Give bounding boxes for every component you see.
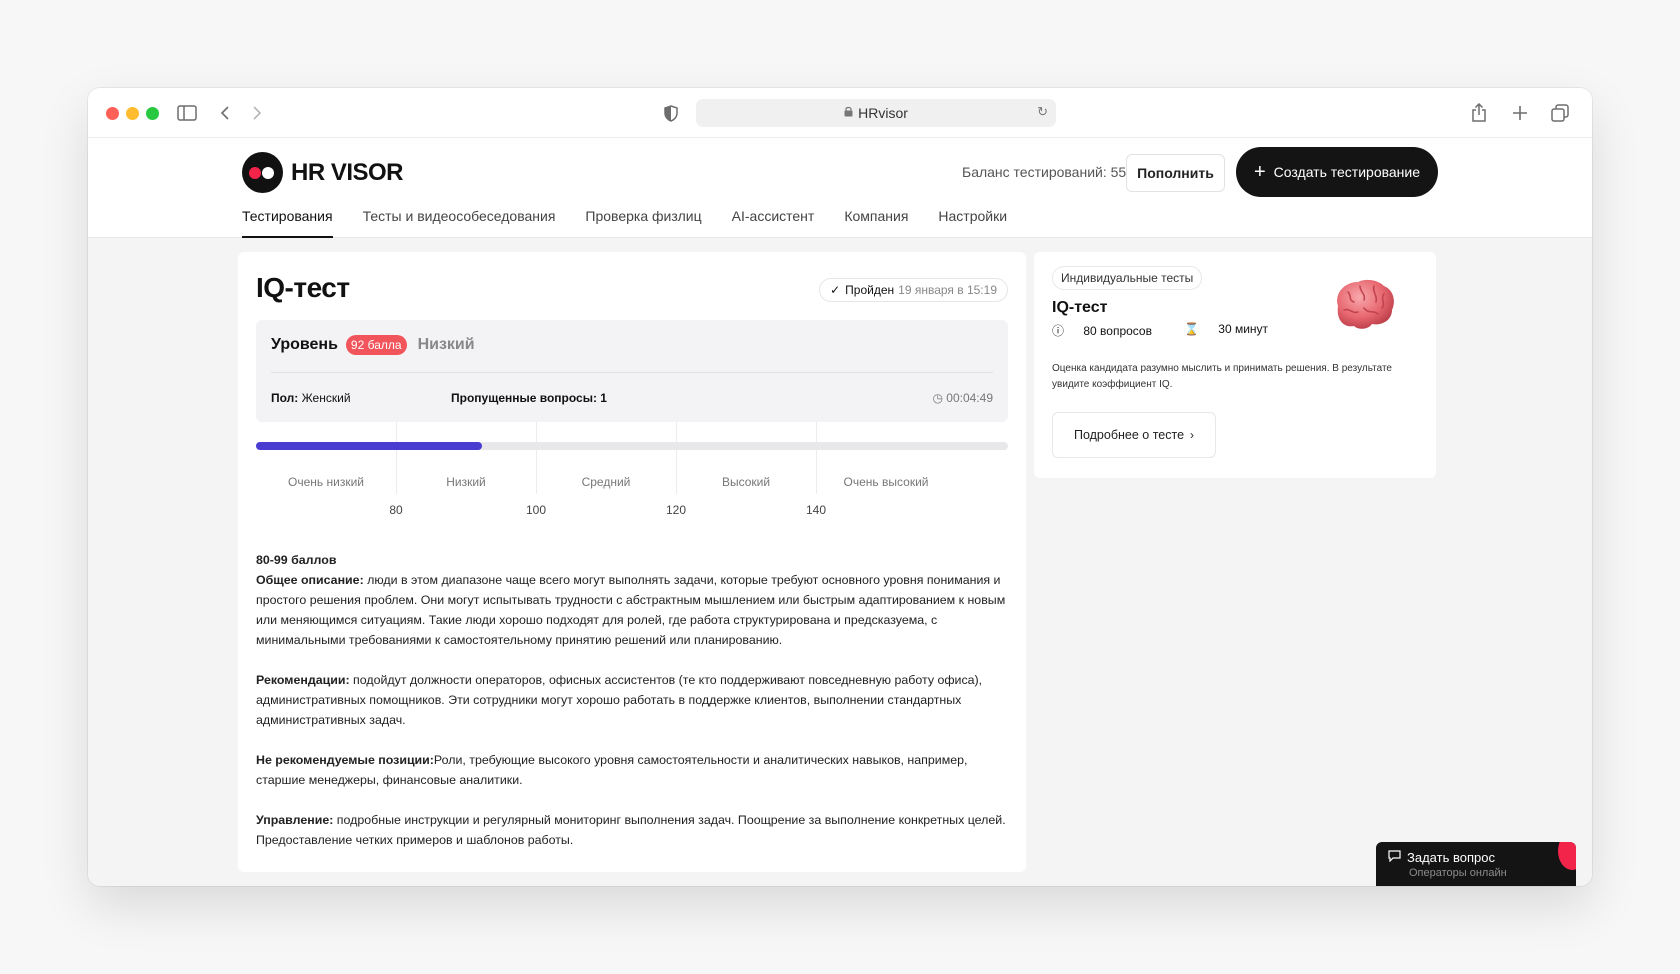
questions-text: 80 вопросов — [1083, 324, 1152, 338]
tabs-icon[interactable] — [1549, 102, 1571, 124]
topup-button[interactable]: Пополнить — [1126, 154, 1225, 192]
balance-text: Баланс тестирований: 55 — [962, 164, 1127, 180]
score-badge: 92 балла — [345, 335, 407, 355]
general-text: люди в этом диапазоне чаще всего могут в… — [256, 573, 1006, 647]
tick-label: 120 — [665, 503, 687, 517]
test-duration: ⌛ 30 минут — [1184, 322, 1284, 339]
chat-icon — [1388, 850, 1401, 865]
score-range: 80-99 баллов — [256, 553, 337, 567]
url-text: HRvisor — [858, 105, 908, 121]
management-text: подробные инструкции и регулярный монито… — [256, 813, 1006, 847]
level-value: Низкий — [417, 336, 475, 353]
share-icon[interactable] — [1468, 102, 1490, 124]
browser-window: HRvisor ↻ HR VISOR Баланс тестирований: … — [88, 88, 1592, 886]
segment-label: Средний — [581, 475, 631, 489]
status-text: Пройден — [845, 283, 895, 297]
test-description: Оценка кандидата разумно мыслить и прини… — [1052, 363, 1392, 390]
page-title: IQ-тест — [256, 272, 350, 303]
skipped-questions: Пропущенные вопросы: 1 — [451, 391, 607, 405]
duration-info: ◷ 00:04:49 — [932, 391, 993, 405]
segment-label: Очень низкий — [288, 475, 364, 489]
level-summary: Уровень 92 балла Низкий Пол: Женский Про… — [256, 320, 1008, 422]
tick-label: 140 — [805, 503, 827, 517]
back-icon[interactable] — [214, 102, 236, 124]
info-icon: ⓘ — [1052, 324, 1065, 338]
nav-tab-testing[interactable]: Тестирования — [242, 204, 333, 238]
divider — [271, 372, 993, 373]
sidebar-icon[interactable] — [176, 102, 198, 124]
test-info-card: Индивидуальные тесты IQ-тест ⓘ 80 вопрос… — [1034, 252, 1436, 478]
chat-subtitle: Операторы онлайн — [1409, 867, 1507, 879]
forward-icon[interactable] — [246, 102, 268, 124]
duration-value: 00:04:49 — [946, 391, 993, 405]
segment-label: Низкий — [446, 475, 486, 489]
nav-tab-person-check[interactable]: Проверка физлиц — [585, 204, 701, 238]
status-badge: ✓ Пройден 19 января в 15:19 — [819, 278, 1008, 302]
chat-title: Задать вопрос — [1407, 850, 1495, 865]
minimize-window-button[interactable] — [126, 107, 139, 120]
chevron-right-icon: › — [1190, 428, 1195, 442]
clock-icon: ◷ — [932, 391, 943, 405]
more-label: Подробнее о тесте — [1073, 428, 1185, 442]
nav-tab-settings[interactable]: Настройки — [938, 204, 1007, 238]
chat-accent — [1558, 842, 1576, 870]
gender-label: Пол: — [271, 391, 299, 405]
result-card: IQ-тест ✓ Пройден 19 января в 15:19 Уров… — [238, 252, 1026, 872]
general-label: Общее описание: — [256, 573, 364, 587]
browser-toolbar: HRvisor ↻ — [88, 88, 1592, 138]
close-window-button[interactable] — [106, 107, 119, 120]
scale-track — [256, 442, 1008, 450]
content-area: IQ-тест ✓ Пройден 19 января в 15:19 Уров… — [88, 238, 1592, 886]
not-recommended-label: Не рекомендуемые позиции: — [256, 753, 434, 767]
hourglass-icon: ⌛ — [1183, 322, 1199, 336]
logo-icon — [242, 152, 283, 193]
result-description: 80-99 баллов Общее описание: люди в этом… — [256, 550, 1008, 870]
more-about-test-button[interactable]: Подробнее о тесте › — [1052, 412, 1216, 458]
lock-icon — [844, 106, 853, 120]
app-header: HR VISOR Баланс тестирований: 55 Пополни… — [88, 138, 1592, 238]
new-tab-icon[interactable] — [1509, 102, 1531, 124]
status-date: 19 января в 15:19 — [898, 283, 997, 297]
iq-scale: Очень низкий Низкий Средний Высокий Очен… — [256, 422, 1008, 532]
nav-tab-ai-assistant[interactable]: AI-ассистент — [732, 204, 815, 238]
chat-widget[interactable]: Задать вопрос Операторы онлайн — [1376, 842, 1576, 886]
category-chip: Индивидуальные тесты — [1052, 266, 1203, 290]
test-meta: ⓘ 80 вопросов ⌛ 30 минут — [1052, 322, 1300, 339]
not-recommended: Не рекомендуемые позиции:Роли, требующие… — [256, 750, 1008, 790]
create-test-label: Создать тестирование — [1273, 164, 1421, 180]
questions-count: ⓘ 80 вопросов — [1052, 322, 1168, 339]
duration-text: 30 минут — [1218, 322, 1269, 336]
segment-label: Высокий — [721, 475, 771, 489]
logo-text: HR VISOR — [291, 158, 404, 186]
nav-tab-company[interactable]: Компания — [844, 204, 908, 238]
management: Управление: подробные инструкции и регул… — [256, 810, 1008, 850]
recommend-text: подойдут должности операторов, офисных а… — [256, 673, 983, 727]
level-label: Уровень — [271, 336, 338, 353]
address-bar[interactable]: HRvisor ↻ — [696, 99, 1056, 127]
gender-info: Пол: Женский — [271, 391, 351, 405]
main-nav: Тестирования Тесты и видеособеседования … — [242, 204, 1037, 238]
segment-label: Очень высокий — [843, 475, 929, 489]
brain-icon — [1337, 279, 1394, 329]
scale-fill — [256, 442, 482, 450]
test-title: IQ-тест — [1052, 299, 1108, 316]
general-description: Общее описание: люди в этом диапазоне ча… — [256, 570, 1008, 650]
management-label: Управление: — [256, 813, 334, 827]
nav-tab-tests-interviews[interactable]: Тесты и видеособеседования — [363, 204, 556, 238]
plus-icon: + — [1253, 161, 1266, 183]
recommendations: Рекомендации: подойдут должности операто… — [256, 670, 1008, 730]
maximize-window-button[interactable] — [146, 107, 159, 120]
tick-label: 80 — [389, 503, 403, 517]
logo[interactable]: HR VISOR — [242, 152, 404, 193]
gender-value: Женский — [301, 391, 351, 405]
create-test-button[interactable]: + Создать тестирование — [1236, 147, 1438, 197]
reload-icon[interactable]: ↻ — [1037, 104, 1048, 120]
recommend-label: Рекомендации: — [256, 673, 350, 687]
tick-label: 100 — [525, 503, 547, 517]
shield-icon[interactable] — [660, 102, 682, 124]
check-icon: ✓ — [830, 283, 841, 297]
